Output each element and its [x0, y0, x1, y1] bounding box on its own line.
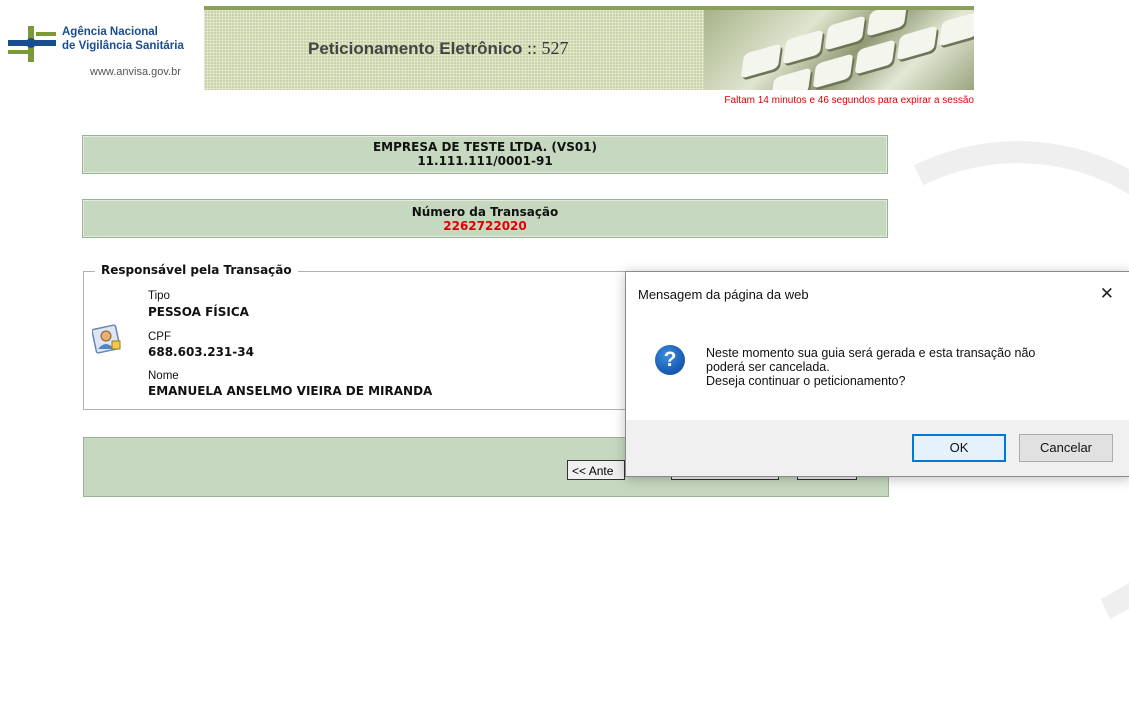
anvisa-logo[interactable]: Agência Nacional de Vigilância Sanitária…: [0, 10, 204, 90]
person-card-icon: [92, 324, 121, 354]
keyboard-banner-image: [704, 10, 974, 90]
company-panel: EMPRESA DE TESTE LTDA. (VS01) 11.111.111…: [82, 135, 888, 174]
page-header: Agência Nacional de Vigilância Sanitária…: [0, 0, 975, 90]
transaction-panel: Número da Transação 2262722020: [82, 199, 888, 238]
dialog-message: Neste momento sua guia será gerada e est…: [706, 346, 1116, 388]
transaction-label: Número da Transação: [411, 205, 559, 219]
question-icon: ?: [655, 345, 685, 375]
company-name: EMPRESA DE TESTE LTDA. (VS01): [372, 140, 598, 154]
confirm-dialog: Mensagem da página da web ✕ ? Neste mome…: [625, 271, 1129, 477]
session-expiry-notice: Faltam 14 minutos e 46 segundos para exp…: [724, 95, 974, 106]
ok-button[interactable]: OK: [912, 434, 1006, 462]
page-title-bold: Peticionamento Eletrônico: [308, 39, 523, 58]
type-value: PESSOA FÍSICA: [148, 305, 249, 319]
title-band: Peticionamento Eletrônico :: 527: [204, 10, 704, 90]
logo-text-line2: de Vigilância Sanitária: [62, 40, 184, 52]
dialog-message-line1: Neste momento sua guia será gerada e est…: [706, 346, 1036, 360]
transaction-number: 2262722020: [443, 219, 527, 233]
cpf-label: CPF: [148, 331, 171, 343]
logo-url: www.anvisa.gov.br: [90, 66, 181, 78]
previous-button[interactable]: << Ante: [567, 460, 625, 480]
responsible-legend: Responsável pela Transação: [95, 263, 298, 277]
name-value: EMANUELA ANSELMO VIEIRA DE MIRANDA: [148, 384, 433, 398]
cpf-value: 688.603.231-34: [148, 345, 254, 359]
type-label: Tipo: [148, 290, 170, 302]
page-title: Peticionamento Eletrônico :: 527: [308, 38, 568, 59]
logo-text-line1: Agência Nacional: [62, 26, 158, 38]
cancel-button[interactable]: Cancelar: [1019, 434, 1113, 462]
dialog-message-line3: Deseja continuar o peticionamento?: [706, 374, 906, 388]
close-icon[interactable]: ✕: [1100, 284, 1114, 304]
dialog-title: Mensagem da página da web: [638, 287, 809, 302]
name-label: Nome: [148, 370, 179, 382]
page-title-number: :: 527: [522, 38, 569, 58]
anvisa-cross-icon: [8, 26, 56, 62]
dialog-message-line2: poderá ser cancelada.: [706, 360, 830, 374]
company-cnpj: 11.111.111/0001-91: [417, 154, 553, 168]
